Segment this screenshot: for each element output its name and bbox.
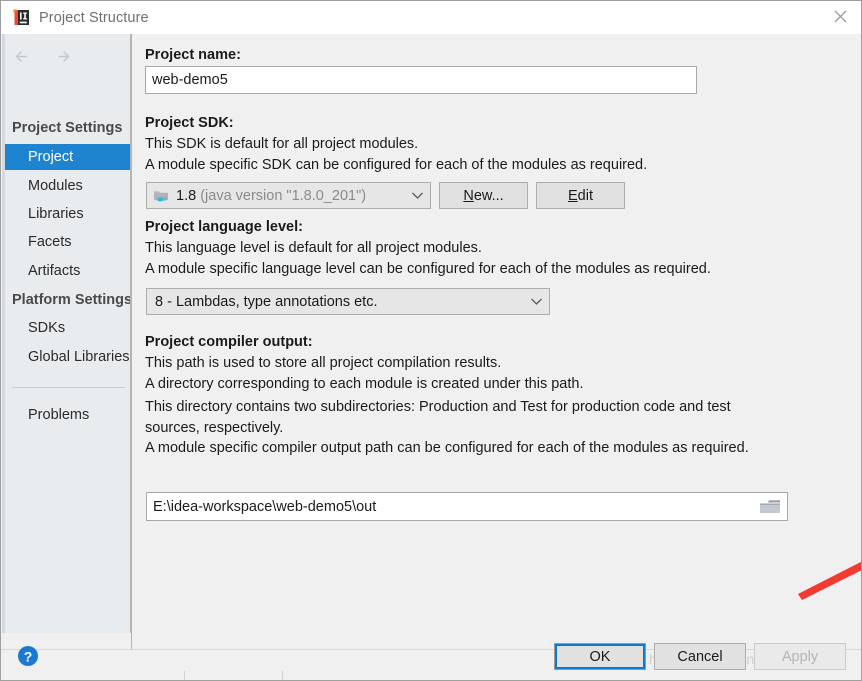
- sidebar-item-modules[interactable]: Modules: [5, 173, 130, 199]
- sidebar-item-label: Project: [28, 149, 74, 165]
- close-icon[interactable]: [817, 1, 861, 32]
- chevron-down-icon[interactable]: [523, 297, 549, 306]
- settings-sidebar: Project Settings Project Modules Librari…: [2, 34, 131, 633]
- language-level-label: Project language level:: [145, 219, 303, 235]
- help-question-icon[interactable]: ?: [15, 643, 41, 669]
- sidebar-item-label: Facets: [28, 234, 72, 250]
- compiler-output-desc-4: A module specific compiler output path c…: [145, 440, 749, 456]
- compiler-output-path-value: E:\idea-workspace\web-demo5\out: [153, 498, 377, 515]
- sidebar-item-label: Libraries: [28, 206, 84, 222]
- footer-tick-left: [184, 671, 185, 680]
- red-arrow-annotation: [798, 561, 861, 600]
- svg-text:?: ?: [24, 649, 33, 665]
- language-level-value: 8 - Lambdas, type annotations etc.: [155, 293, 378, 310]
- cancel-button[interactable]: Cancel: [654, 643, 746, 670]
- chevron-down-icon[interactable]: [404, 191, 430, 200]
- sidebar-item-label: SDKs: [28, 320, 66, 336]
- title-bar: Project Structure: [1, 1, 861, 34]
- folder-browse-icon[interactable]: [758, 498, 782, 516]
- project-sdk-label: Project SDK:: [145, 115, 234, 131]
- arrow-left-icon[interactable]: [12, 46, 33, 67]
- sidebar-item-label: Modules: [28, 178, 83, 194]
- ok-button[interactable]: OK: [554, 643, 646, 670]
- project-name-input[interactable]: web-demo5: [145, 66, 697, 94]
- sidebar-item-artifacts[interactable]: Artifacts: [5, 258, 130, 284]
- compiler-output-desc-3: This directory contains two subdirectori…: [145, 399, 731, 436]
- language-level-desc-1: This language level is default for all p…: [145, 240, 482, 256]
- compiler-output-desc-1: This path is used to store all project c…: [145, 355, 502, 371]
- cancel-button-label: Cancel: [677, 648, 723, 665]
- jdk-folder-icon: [153, 188, 171, 203]
- intellij-idea-icon: [13, 9, 30, 26]
- sidebar-item-global-libraries[interactable]: Global Libraries: [5, 344, 130, 370]
- sidebar-group-project-settings: Project Settings: [12, 120, 123, 136]
- project-sdk-version: 1.8: [176, 187, 197, 204]
- footer-tick-right: [282, 671, 283, 680]
- compiler-output-label: Project compiler output:: [145, 334, 313, 350]
- sidebar-item-label: Artifacts: [28, 263, 81, 279]
- apply-button-label: Apply: [781, 648, 819, 665]
- sidebar-group-platform-settings: Platform Settings: [12, 292, 131, 308]
- apply-button: Apply: [754, 643, 846, 670]
- sidebar-item-label: Problems: [28, 407, 90, 423]
- sidebar-item-libraries[interactable]: Libraries: [5, 201, 130, 227]
- project-name-label: Project name:: [145, 47, 241, 63]
- project-sdk-detail: (java version "1.8.0_201"): [200, 187, 367, 204]
- edit-sdk-button-label: Edit: [568, 187, 593, 204]
- project-sdk-value: 1.8 (java version "1.8.0_201"): [176, 188, 404, 204]
- compiler-output-desc-2: A directory corresponding to each module…: [145, 376, 584, 392]
- sidebar-nav-arrows: [12, 46, 74, 67]
- language-level-combobox[interactable]: 8 - Lambdas, type annotations etc.: [146, 288, 550, 315]
- project-sdk-combobox[interactable]: 1.8 (java version "1.8.0_201"): [146, 182, 431, 209]
- project-settings-panel: Project name: web-demo5 Project SDK: Thi…: [132, 34, 861, 649]
- project-name-value: web-demo5: [152, 72, 228, 88]
- arrow-right-icon[interactable]: [53, 46, 74, 67]
- compiler-output-path-input[interactable]: E:\idea-workspace\web-demo5\out: [146, 492, 788, 521]
- sidebar-divider: [12, 387, 125, 388]
- language-level-desc-2: A module specific language level can be …: [145, 261, 711, 277]
- sidebar-item-sdks[interactable]: SDKs: [5, 315, 130, 341]
- edit-sdk-button[interactable]: Edit: [536, 182, 625, 209]
- sidebar-item-label: Global Libraries: [28, 349, 130, 365]
- project-sdk-desc-1: This SDK is default for all project modu…: [145, 136, 419, 152]
- new-sdk-button[interactable]: New...: [439, 182, 528, 209]
- project-structure-dialog: Project Structure Project Settings Proje…: [0, 0, 862, 681]
- new-sdk-button-label: New...: [463, 187, 504, 204]
- sidebar-item-project[interactable]: Project: [5, 144, 130, 170]
- sidebar-item-problems[interactable]: Problems: [5, 402, 130, 428]
- dialog-body: Project Settings Project Modules Librari…: [1, 34, 861, 649]
- sidebar-item-facets[interactable]: Facets: [5, 229, 130, 255]
- ok-button-label: OK: [589, 648, 611, 665]
- project-sdk-desc-2: A module specific SDK can be configured …: [145, 157, 648, 173]
- window-title: Project Structure: [39, 9, 149, 26]
